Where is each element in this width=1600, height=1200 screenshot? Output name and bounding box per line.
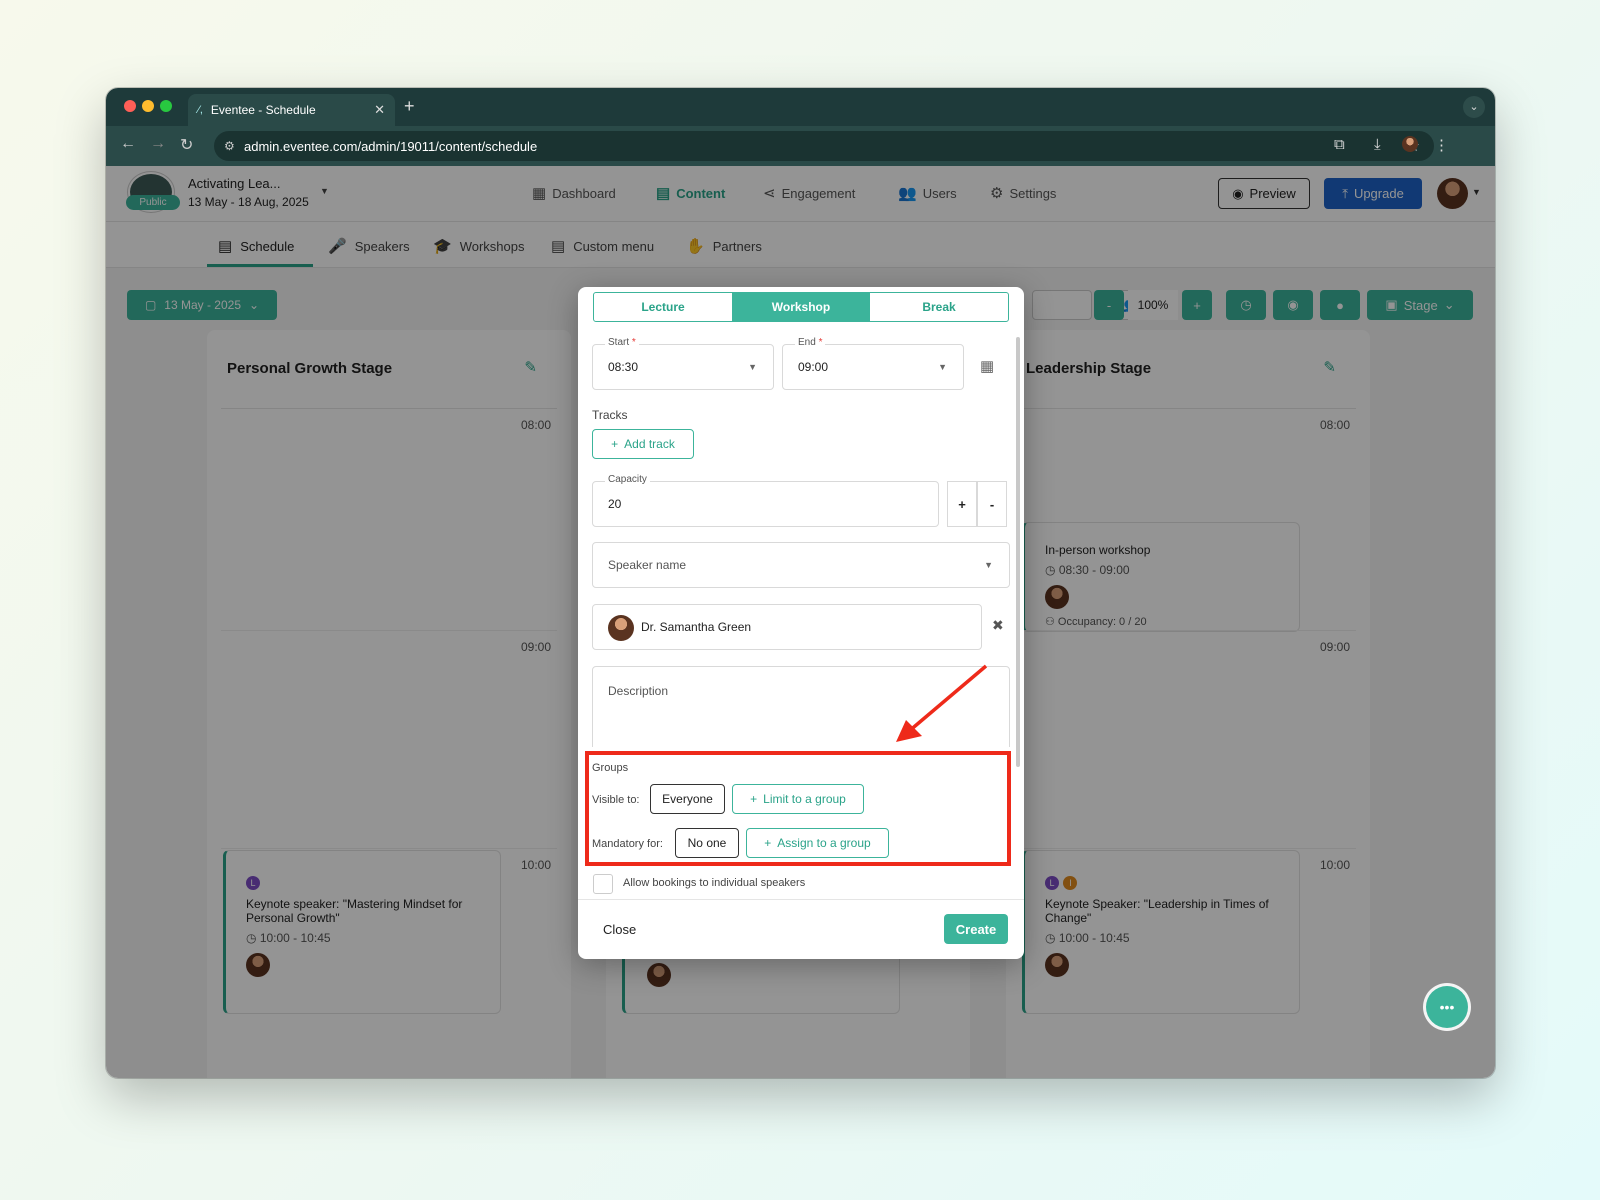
close-tab-icon[interactable]: ✕ xyxy=(374,102,385,118)
download-icon[interactable]: ⤓ xyxy=(1374,136,1381,153)
maximize-window-button[interactable] xyxy=(160,100,172,112)
type-workshop-tab[interactable]: Workshop xyxy=(732,293,870,321)
end-time-label: End * xyxy=(795,337,826,348)
speaker-placeholder: Speaker name xyxy=(608,558,687,572)
chevron-down-icon: ▼ xyxy=(984,560,993,570)
chevron-down-icon: ▼ xyxy=(748,362,757,372)
type-lecture-tab[interactable]: Lecture xyxy=(594,293,732,321)
create-button[interactable]: Create xyxy=(944,914,1008,944)
tracks-label: Tracks xyxy=(592,408,628,422)
capacity-input[interactable]: Capacity 20 xyxy=(592,474,939,527)
browser-titlebar: ⁄, Eventee - Schedule ✕ + ⌄ xyxy=(106,88,1495,126)
session-type-switch: Lecture Workshop Break xyxy=(593,292,1009,322)
close-window-button[interactable] xyxy=(124,100,136,112)
close-button[interactable]: Close xyxy=(603,922,636,937)
eventee-favicon-icon: ⁄, xyxy=(198,104,203,116)
description-placeholder: Description xyxy=(608,684,669,698)
minimize-window-button[interactable] xyxy=(142,100,154,112)
end-time-select[interactable]: End * 09:00 ▼ xyxy=(782,337,964,390)
speaker-avatar xyxy=(608,615,634,641)
add-track-label: Add track xyxy=(624,437,675,451)
start-time-select[interactable]: Start * 08:30 ▼ xyxy=(592,337,774,390)
chat-bubble-icon[interactable]: ••• xyxy=(1426,986,1468,1028)
capacity-label: Capacity xyxy=(605,474,650,485)
arrow-shaft xyxy=(906,664,988,734)
capacity-value: 20 xyxy=(608,497,622,511)
highlight-box xyxy=(585,751,1011,866)
selected-speaker-chip: Dr. Samantha Green xyxy=(592,604,982,650)
annotation-arrow-icon xyxy=(896,664,988,742)
chevron-down-icon: ▼ xyxy=(938,362,947,372)
new-tab-icon[interactable]: + xyxy=(404,96,415,117)
required-mark: * xyxy=(818,337,823,348)
required-mark: * xyxy=(631,337,636,348)
start-time-value: 08:30 xyxy=(608,360,639,374)
start-label-text: Start xyxy=(608,337,630,348)
extensions-icon[interactable]: ⧉ xyxy=(1334,136,1345,153)
profile-avatar-icon[interactable] xyxy=(1402,136,1418,152)
allow-bookings-label: Allow bookings to individual speakers xyxy=(623,877,806,889)
capacity-decrement-button[interactable]: - xyxy=(977,481,1007,527)
calendar-icon[interactable]: ▦ xyxy=(980,357,994,375)
kebab-menu-icon[interactable]: ⋮ xyxy=(1434,136,1449,154)
start-time-label: Start * xyxy=(605,337,639,348)
capacity-increment-button[interactable]: + xyxy=(947,481,977,527)
modal-footer-divider xyxy=(578,899,1024,900)
site-settings-icon[interactable]: ⚙ xyxy=(224,139,235,153)
remove-speaker-icon[interactable]: ✖ xyxy=(992,617,1004,634)
tab-title: Eventee - Schedule xyxy=(210,103,316,117)
add-track-button[interactable]: + Add track xyxy=(592,429,694,459)
selected-speaker-name: Dr. Samantha Green xyxy=(641,620,752,634)
reload-icon[interactable]: ↻ xyxy=(180,135,193,155)
speaker-select[interactable]: Speaker name ▼ xyxy=(592,542,1010,588)
allow-bookings-checkbox[interactable] xyxy=(593,874,613,894)
back-icon[interactable]: ← xyxy=(120,135,136,153)
url-text: admin.eventee.com/admin/19011/content/sc… xyxy=(244,138,538,154)
modal-scrollbar[interactable] xyxy=(1016,337,1020,767)
address-bar: ← → ↻ ⚙ admin.eventee.com/admin/19011/co… xyxy=(106,126,1495,166)
end-label-text: End xyxy=(798,337,816,348)
plus-icon: + xyxy=(611,437,619,451)
end-time-value: 09:00 xyxy=(798,360,829,374)
chevron-down-icon[interactable]: ⌄ xyxy=(1463,96,1485,118)
forward-icon[interactable]: → xyxy=(150,135,166,153)
url-input[interactable]: ⚙ admin.eventee.com/admin/19011/content/… xyxy=(214,131,1434,161)
type-break-tab[interactable]: Break xyxy=(870,293,1008,321)
browser-tab[interactable]: ⁄, Eventee - Schedule ✕ xyxy=(188,94,395,126)
